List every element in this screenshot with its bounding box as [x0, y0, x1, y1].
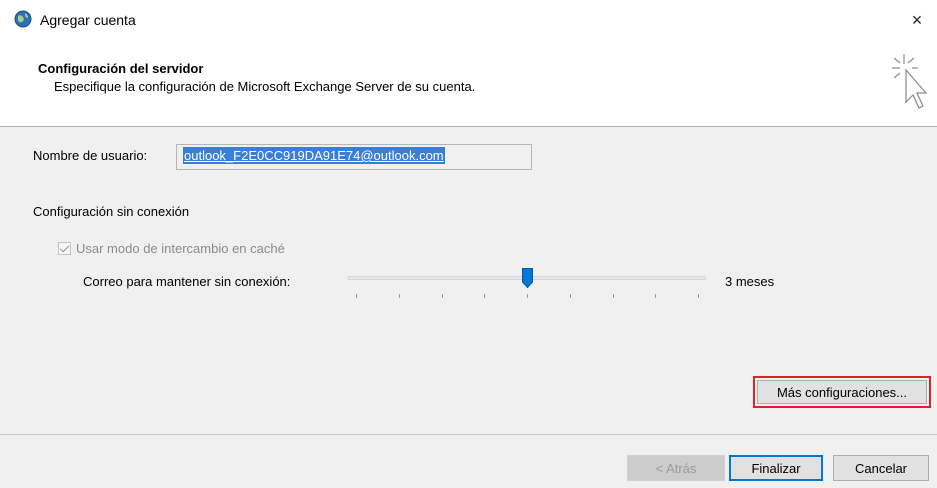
slider-tick	[441, 294, 443, 298]
username-field[interactable]: outlook_F2E0CC919DA91E74@outlook.com	[176, 144, 532, 170]
wizard-footer: < Atrás Finalizar Cancelar	[0, 435, 937, 488]
title-bar: Agregar cuenta ×	[0, 0, 937, 40]
more-settings-highlight: Más configuraciones...	[753, 376, 931, 408]
slider-tick	[527, 294, 528, 298]
cancel-button[interactable]: Cancelar	[833, 455, 929, 481]
cached-mode-label: Usar modo de intercambio en caché	[76, 241, 285, 256]
slider-tick	[698, 294, 699, 298]
slider-tick	[356, 294, 357, 298]
close-button[interactable]: ×	[897, 0, 937, 40]
slider-tick	[655, 294, 657, 298]
mail-offline-slider[interactable]	[348, 267, 706, 307]
slider-tick	[398, 294, 400, 298]
page-subtitle: Especifique la configuración de Microsof…	[54, 79, 476, 94]
page-title: Configuración del servidor	[38, 61, 204, 76]
slider-tick	[612, 294, 614, 298]
cached-mode-checkbox[interactable]	[58, 242, 71, 255]
username-label: Nombre de usuario:	[33, 148, 148, 163]
window-title: Agregar cuenta	[40, 12, 136, 28]
close-icon: ×	[911, 9, 923, 30]
cached-mode-option[interactable]: Usar modo de intercambio en caché	[58, 241, 285, 256]
username-value: outlook_F2E0CC919DA91E74@outlook.com	[183, 147, 445, 164]
outlook-globe-icon	[14, 10, 32, 28]
finish-button[interactable]: Finalizar	[729, 455, 823, 481]
mail-offline-label: Correo para mantener sin conexión:	[83, 274, 291, 289]
wizard-header: Configuración del servidor Especifique l…	[0, 40, 937, 126]
more-settings-button[interactable]: Más configuraciones...	[757, 380, 927, 404]
offline-section-label: Configuración sin conexión	[33, 204, 190, 219]
back-button[interactable]: < Atrás	[627, 455, 725, 481]
slider-thumb[interactable]	[521, 268, 533, 288]
mail-offline-value: 3 meses	[725, 274, 775, 289]
slider-tick	[569, 294, 571, 298]
click-cursor-icon	[892, 54, 928, 109]
slider-tick	[484, 294, 486, 298]
settings-panel: Nombre de usuario: outlook_F2E0CC919DA91…	[0, 127, 937, 434]
